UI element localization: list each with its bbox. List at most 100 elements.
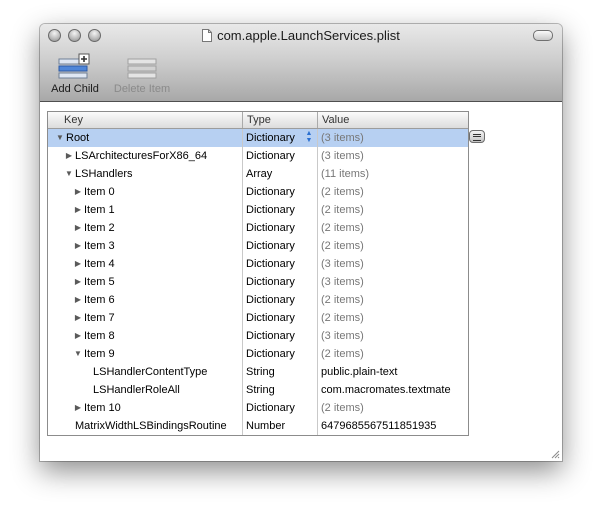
value-cell[interactable]: (2 items) — [318, 345, 468, 363]
disclosure-collapsed-icon[interactable]: ▶ — [64, 147, 74, 165]
key-cell[interactable]: ▶ Item 10 — [48, 399, 243, 417]
value-cell[interactable]: (3 items) — [318, 129, 468, 147]
value-label: (3 items) — [321, 150, 364, 162]
value-cell[interactable]: 6479685567511851935 — [318, 417, 468, 435]
key-cell[interactable]: ▶ LSArchitecturesForX86_64 — [48, 147, 243, 165]
plist-row[interactable]: ▶ Item 5 Dictionary (3 items) — [48, 273, 468, 291]
plist-row[interactable]: LSHandlerContentType String public.plain-t… — [48, 363, 468, 381]
key-cell[interactable]: LSHandlerRoleAll — [48, 381, 243, 399]
key-cell[interactable]: MatrixWidthLSBindingsRoutine — [48, 417, 243, 435]
plist-row[interactable]: ▼ Root Dictionary ▲ ▼ (3 items) — [48, 129, 468, 147]
value-cell[interactable]: (11 items) — [318, 165, 468, 183]
value-cell[interactable]: com.macromates.textmate — [318, 381, 468, 399]
plist-row[interactable]: ▶ Item 8 Dictionary (3 items) — [48, 327, 468, 345]
type-cell[interactable]: Dictionary — [243, 291, 318, 309]
type-cell[interactable]: String — [243, 381, 318, 399]
plist-row[interactable]: ▶ Item 0 Dictionary (2 items) — [48, 183, 468, 201]
plist-row[interactable]: ▼ LSHandlers Array (11 items) — [48, 165, 468, 183]
key-column-header[interactable]: Key — [48, 112, 243, 128]
key-label: Item 9 — [84, 348, 115, 360]
key-cell[interactable]: ▶ Item 3 — [48, 237, 243, 255]
key-cell[interactable]: ▶ Item 4 — [48, 255, 243, 273]
disclosure-collapsed-icon[interactable]: ▶ — [73, 327, 83, 345]
value-cell[interactable]: (3 items) — [318, 273, 468, 291]
disclosure-expanded-icon[interactable]: ▼ — [64, 165, 74, 183]
delete-item-button[interactable]: Delete Item — [110, 53, 174, 95]
type-cell[interactable]: Dictionary — [243, 201, 318, 219]
type-cell[interactable]: Dictionary — [243, 273, 318, 291]
disclosure-collapsed-icon[interactable]: ▶ — [73, 237, 83, 255]
key-cell[interactable]: ▶ Item 1 — [48, 201, 243, 219]
type-popup-arrows-icon[interactable]: ▲ ▼ — [305, 130, 313, 146]
type-cell[interactable]: Dictionary — [243, 345, 318, 363]
disclosure-expanded-icon[interactable]: ▼ — [73, 345, 83, 363]
type-label: Dictionary — [246, 240, 295, 252]
key-cell[interactable]: ▶ Item 2 — [48, 219, 243, 237]
toolbar: com.apple.LaunchServices.plist Add Child… — [40, 24, 562, 102]
type-cell[interactable]: Dictionary — [243, 183, 318, 201]
row-actions-icon — [473, 134, 481, 141]
value-cell[interactable]: (2 items) — [318, 291, 468, 309]
type-column-header[interactable]: Type — [243, 112, 318, 128]
type-cell[interactable]: Array — [243, 165, 318, 183]
type-cell[interactable]: Dictionary — [243, 147, 318, 165]
value-cell[interactable]: (2 items) — [318, 219, 468, 237]
disclosure-expanded-icon[interactable]: ▼ — [55, 129, 65, 147]
type-label: Dictionary — [246, 186, 295, 198]
disclosure-collapsed-icon[interactable]: ▶ — [73, 255, 83, 273]
value-cell[interactable]: (2 items) — [318, 237, 468, 255]
plist-row[interactable]: ▶ Item 10 Dictionary (2 items) — [48, 399, 468, 417]
plist-row[interactable]: ▶ Item 4 Dictionary (3 items) — [48, 255, 468, 273]
plist-row[interactable]: ▶ Item 3 Dictionary (2 items) — [48, 237, 468, 255]
disclosure-collapsed-icon[interactable]: ▶ — [73, 273, 83, 291]
plist-row[interactable]: LSHandlerRoleAll String com.macromates.tex… — [48, 381, 468, 399]
value-label: (3 items) — [321, 276, 364, 288]
key-cell[interactable]: ▶ Item 7 — [48, 309, 243, 327]
key-cell[interactable]: ▼ Item 9 — [48, 345, 243, 363]
type-cell[interactable]: Number — [243, 417, 318, 435]
type-cell[interactable]: Dictionary — [243, 255, 318, 273]
key-cell[interactable]: ▼ LSHandlers — [48, 165, 243, 183]
disclosure-collapsed-icon[interactable]: ▶ — [73, 183, 83, 201]
disclosure-collapsed-icon[interactable]: ▶ — [73, 201, 83, 219]
value-cell[interactable]: (2 items) — [318, 399, 468, 417]
type-label: String — [246, 366, 275, 378]
disclosure-collapsed-icon[interactable]: ▶ — [73, 309, 83, 327]
key-cell[interactable]: ▶ Item 0 — [48, 183, 243, 201]
plist-row[interactable]: ▶ Item 2 Dictionary (2 items) — [48, 219, 468, 237]
value-column-header[interactable]: Value — [318, 112, 468, 128]
key-cell[interactable]: ▶ Item 8 — [48, 327, 243, 345]
type-cell[interactable]: Dictionary ▲ ▼ — [243, 129, 318, 147]
type-cell[interactable]: String — [243, 363, 318, 381]
type-cell[interactable]: Dictionary — [243, 219, 318, 237]
type-cell[interactable]: Dictionary — [243, 237, 318, 255]
key-cell[interactable]: ▶ Item 6 — [48, 291, 243, 309]
disclosure-collapsed-icon[interactable]: ▶ — [73, 219, 83, 237]
add-child-button[interactable]: Add Child — [48, 53, 102, 95]
plist-row[interactable]: ▶ Item 6 Dictionary (2 items) — [48, 291, 468, 309]
value-cell[interactable]: public.plain-text — [318, 363, 468, 381]
plist-row[interactable]: ▶ LSArchitecturesForX86_64 Dictionary (3 it… — [48, 147, 468, 165]
type-cell[interactable]: Dictionary — [243, 399, 318, 417]
key-cell[interactable]: LSHandlerContentType — [48, 363, 243, 381]
key-cell[interactable]: ▶ Item 5 — [48, 273, 243, 291]
value-cell[interactable]: (3 items) — [318, 147, 468, 165]
disclosure-collapsed-icon[interactable]: ▶ — [73, 399, 83, 417]
value-cell[interactable]: (3 items) — [318, 327, 468, 345]
plist-row[interactable]: ▼ Item 9 Dictionary (2 items) — [48, 345, 468, 363]
plist-row[interactable]: MatrixWidthLSBindingsRoutine Number 647968… — [48, 417, 468, 435]
key-cell[interactable]: ▼ Root — [48, 129, 243, 147]
value-cell[interactable]: (2 items) — [318, 201, 468, 219]
disclosure-collapsed-icon[interactable]: ▶ — [73, 291, 83, 309]
value-cell[interactable]: (2 items) — [318, 309, 468, 327]
type-cell[interactable]: Dictionary — [243, 309, 318, 327]
value-cell[interactable]: (3 items) — [318, 255, 468, 273]
row-actions-button[interactable] — [469, 130, 485, 143]
resize-grip-icon[interactable] — [550, 449, 560, 459]
plist-outline-view[interactable]: Key Type Value ▼ Root Dictionary ▲ ▼ (3 items… — [47, 111, 469, 436]
plist-row[interactable]: ▶ Item 7 Dictionary (2 items) — [48, 309, 468, 327]
plist-row[interactable]: ▶ Item 1 Dictionary (2 items) — [48, 201, 468, 219]
value-cell[interactable]: (2 items) — [318, 183, 468, 201]
type-cell[interactable]: Dictionary — [243, 327, 318, 345]
toolbar-toggle-icon[interactable] — [533, 30, 553, 41]
